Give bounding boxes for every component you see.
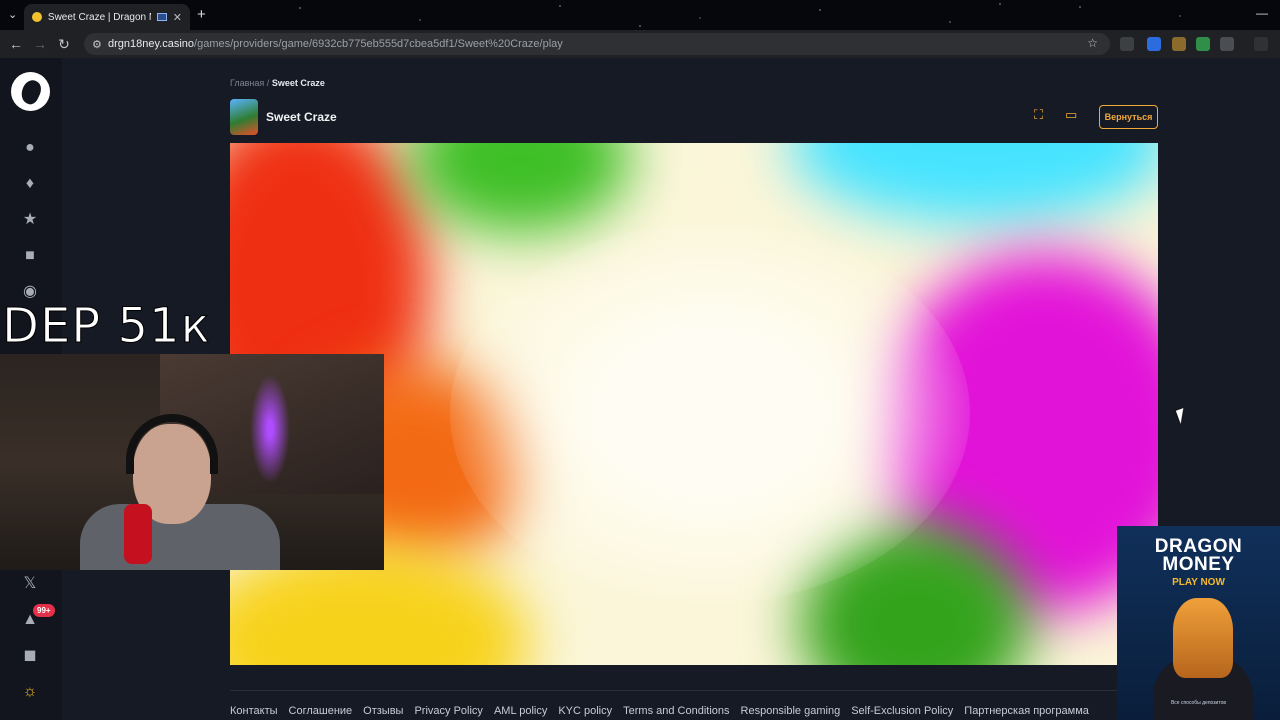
footer-link[interactable]: Privacy Policy (414, 705, 482, 717)
tab-search-icon[interactable]: ⌄ (8, 8, 17, 21)
new-tab-icon[interactable]: + (197, 6, 206, 23)
menu-dots-icon[interactable] (1254, 37, 1268, 51)
tab-title: Sweet Craze | Dragon Money (47, 11, 151, 23)
footer-link[interactable]: KYC policy (558, 705, 612, 717)
game-title: Sweet Craze (266, 110, 337, 124)
streamer-webcam (0, 354, 384, 570)
tournament-icon[interactable]: ★ (20, 210, 40, 230)
footer-links: Контакты Соглашение Отзывы Privacy Polic… (230, 705, 1089, 717)
extension-icon[interactable] (1120, 37, 1134, 51)
stream-deposit-overlay: DEP 51к (2, 298, 211, 354)
footer-link[interactable]: Self-Exclusion Policy (851, 705, 953, 717)
breadcrumb-home[interactable]: Главная (230, 78, 264, 88)
dragon-money-ad-banner[interactable]: DRAGON MONEY PLAY NOW Все способы депози… (1117, 526, 1280, 720)
profile-icon[interactable]: ■ (20, 246, 40, 266)
browser-tab-bar: ⌄ Sweet Craze | Dragon Money ✕ + — (0, 0, 1280, 30)
extension-icon[interactable] (1172, 37, 1186, 51)
extensions-puzzle-icon[interactable] (1220, 37, 1234, 51)
url-host: drgn18ney.casino (108, 38, 195, 50)
footer-link[interactable]: Соглашение (289, 705, 353, 717)
bookmark-star-icon[interactable]: ☆ (1087, 36, 1098, 50)
tabbar-background (0, 0, 1280, 30)
browser-tab[interactable]: Sweet Craze | Dragon Money ✕ (24, 4, 190, 30)
forward-arrow-icon[interactable]: → (28, 36, 52, 52)
favicon-icon (32, 12, 42, 22)
reload-icon[interactable]: ↻ (52, 36, 76, 53)
extension-icon[interactable] (1147, 37, 1161, 51)
theme-toggle-icon[interactable]: ☼ (20, 682, 40, 702)
url-path: /games/providers/game/6932cb775eb555d7cb… (194, 38, 563, 50)
sound-off-icon[interactable]: ◼ (20, 646, 40, 666)
footer-link[interactable]: AML policy (494, 705, 547, 717)
tab-close-icon[interactable]: ✕ (173, 11, 182, 24)
game-art-center (450, 223, 970, 603)
footer-link[interactable]: Terms and Conditions (623, 705, 729, 717)
breadcrumb-current: Sweet Craze (271, 78, 325, 88)
footer-divider (230, 690, 1158, 691)
ad-dragon-mascot (1173, 598, 1233, 678)
ad-small-text: Все способы депозитов (1170, 700, 1227, 706)
webcam-light (250, 374, 290, 484)
game-art-green (410, 143, 630, 233)
footer-link[interactable]: Партнерская программа (964, 705, 1089, 717)
address-bar[interactable]: ⚙ drgn18ney.casino/games/providers/game/… (84, 33, 1110, 55)
breadcrumb: Главная / Sweet Craze (230, 78, 325, 88)
browser-toolbar: ← → ↻ ⚙ drgn18ney.casino/games/providers… (0, 30, 1280, 58)
footer-link[interactable]: Responsible gaming (741, 705, 841, 717)
site-info-icon[interactable]: ⚙ (92, 38, 108, 51)
webcam-microphone (124, 504, 152, 564)
media-playing-icon[interactable] (156, 13, 167, 21)
dragon-money-logo[interactable] (11, 72, 50, 111)
game-art-cyan (790, 143, 1158, 223)
extension-icon[interactable] (1196, 37, 1210, 51)
ad-title: DRAGON MONEY (1117, 537, 1280, 575)
game-thumbnail (230, 99, 258, 135)
pet-icon[interactable]: ● (20, 138, 40, 158)
notification-badge: 99+ (33, 604, 55, 617)
x-twitter-icon[interactable]: 𝕏 (20, 574, 40, 594)
back-arrow-icon[interactable]: ← (4, 36, 28, 52)
ad-title-line2: MONEY (1162, 554, 1235, 575)
ad-cta: PLAY NOW (1172, 577, 1225, 588)
footer-link[interactable]: Контакты (230, 705, 278, 717)
theater-mode-icon[interactable]: ▭ (1065, 108, 1079, 121)
back-button[interactable]: Вернуться (1099, 105, 1158, 129)
footer-link[interactable]: Отзывы (363, 705, 403, 717)
breadcrumb-separator: / (266, 78, 270, 88)
window-minimize-icon[interactable]: — (1256, 6, 1268, 20)
ticket-icon[interactable]: ♦ (20, 174, 40, 194)
fullscreen-icon[interactable]: ⛶ (1034, 108, 1048, 121)
